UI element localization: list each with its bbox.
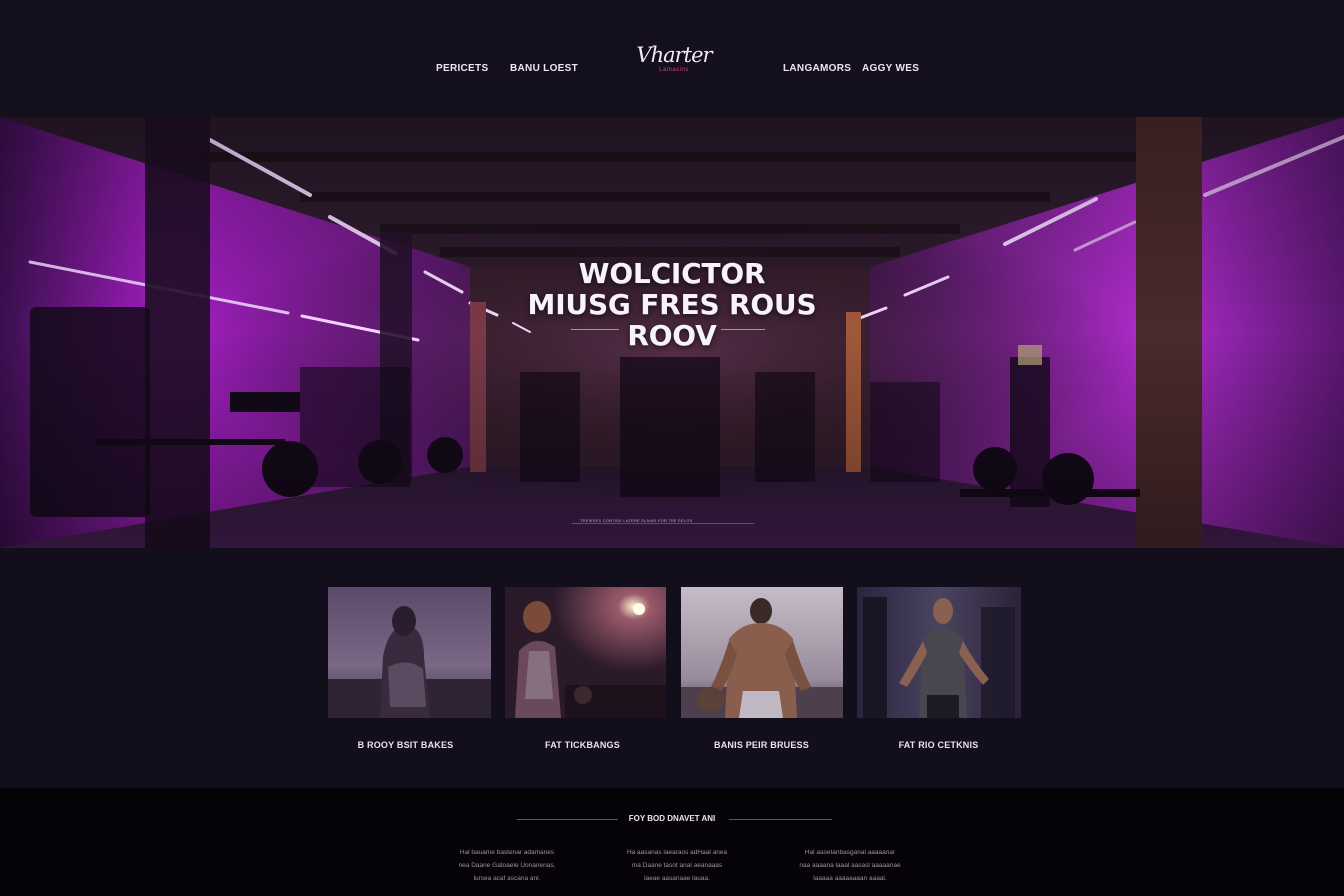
- footer-heading: FOY BOD DNAVET ANI: [628, 814, 716, 823]
- card-label-1[interactable]: B ROOY BSIT BAKES: [328, 740, 483, 750]
- nav-link-3[interactable]: LANGAMORS: [783, 63, 851, 74]
- footer-divider-right: [729, 819, 832, 820]
- card-label-2[interactable]: FAT TICKBANGS: [505, 740, 660, 750]
- footer-text: Ha aasanas laearaos adHaal anea: [626, 849, 728, 856]
- logo-script-text: Vharter: [636, 43, 712, 67]
- footer-text: ma Daane tasot anal aeanaaas: [631, 862, 723, 869]
- footer-column-3: Hal aasetanbasganal aaaaanar naa aaaana …: [765, 846, 935, 885]
- athlete-gym-photo: [505, 587, 666, 718]
- hero-caption: TREIKSES CONTIDE LATERE SLAINS FOR TRE E…: [572, 518, 754, 524]
- card-image-4[interactable]: [857, 587, 1021, 718]
- card-label-3[interactable]: BANIS PEIR BRUESS: [684, 740, 839, 750]
- nav-link-2[interactable]: BANU LOEST: [510, 63, 578, 74]
- footer-text: Hal bauame bastenar adamanes: [459, 849, 555, 856]
- footer-text: lursea acaf ascana anl.: [473, 875, 541, 882]
- site-footer: FOY BOD DNAVET ANI Hal bauame bastenar a…: [0, 788, 1344, 896]
- footer-text: laaaaa aaaaaaaan aaaal.: [813, 875, 887, 882]
- footer-divider-left: [517, 819, 618, 820]
- card-image-3[interactable]: [681, 587, 843, 718]
- site-header: PERICETS BANU LOEST Vharter Lamasins LAN…: [0, 0, 1344, 117]
- program-cards: B ROOY BSIT BAKES FAT TICKBANGS BANIS PE…: [0, 548, 1344, 788]
- footer-column-1: Hal bauame bastenar adamanes nea Daane G…: [422, 846, 592, 885]
- footer-text: Hal aasetanbasganal aaaaanar: [804, 849, 896, 856]
- hero-divider-left: [571, 329, 619, 330]
- hero-banner: WOLCICTOR MIUSG FRES ROUS ROOV TREIKSES …: [0, 117, 1344, 548]
- gym-landing-page: PERICETS BANU LOEST Vharter Lamasins LAN…: [0, 0, 1344, 896]
- footer-text: naa aaaana laaal aasasl aaaaanae: [799, 862, 901, 869]
- brand-logo[interactable]: Vharter Lamasins: [636, 44, 712, 86]
- hero-headline-line-1: WOLCICTOR: [578, 257, 766, 290]
- card-image-1[interactable]: [328, 587, 491, 718]
- hero-headline-line-3: ROOV: [627, 319, 717, 352]
- hero-caption-text: TREIKSES CONTIDE LATERE SLAINS FOR TRE E…: [580, 518, 693, 523]
- hero-divider-right: [721, 329, 765, 330]
- logo-subtitle: Lamasins: [659, 67, 689, 73]
- footer-column-2: Ha aasanas laearaos adHaal anea ma Daane…: [592, 846, 762, 885]
- hero-headline: WOLCICTOR MIUSG FRES ROUS ROOV: [472, 258, 872, 351]
- card-image-2[interactable]: [505, 587, 666, 718]
- man-in-gym-photo: [857, 587, 1021, 718]
- footer-text: nea Daane Gatoaele Uonanenas,: [458, 862, 556, 869]
- nav-link-4[interactable]: AGGY WES: [862, 63, 919, 74]
- nav-link-1[interactable]: PERICETS: [436, 63, 488, 74]
- card-label-4[interactable]: FAT RIO CETKNIS: [861, 740, 1016, 750]
- muscular-man-photo: [681, 587, 843, 718]
- footer-text: laeae aasanaae lauaa.: [644, 875, 710, 882]
- woman-training-photo: [328, 587, 491, 718]
- hero-headline-line-2: MIUSG FRES ROUS: [527, 288, 817, 321]
